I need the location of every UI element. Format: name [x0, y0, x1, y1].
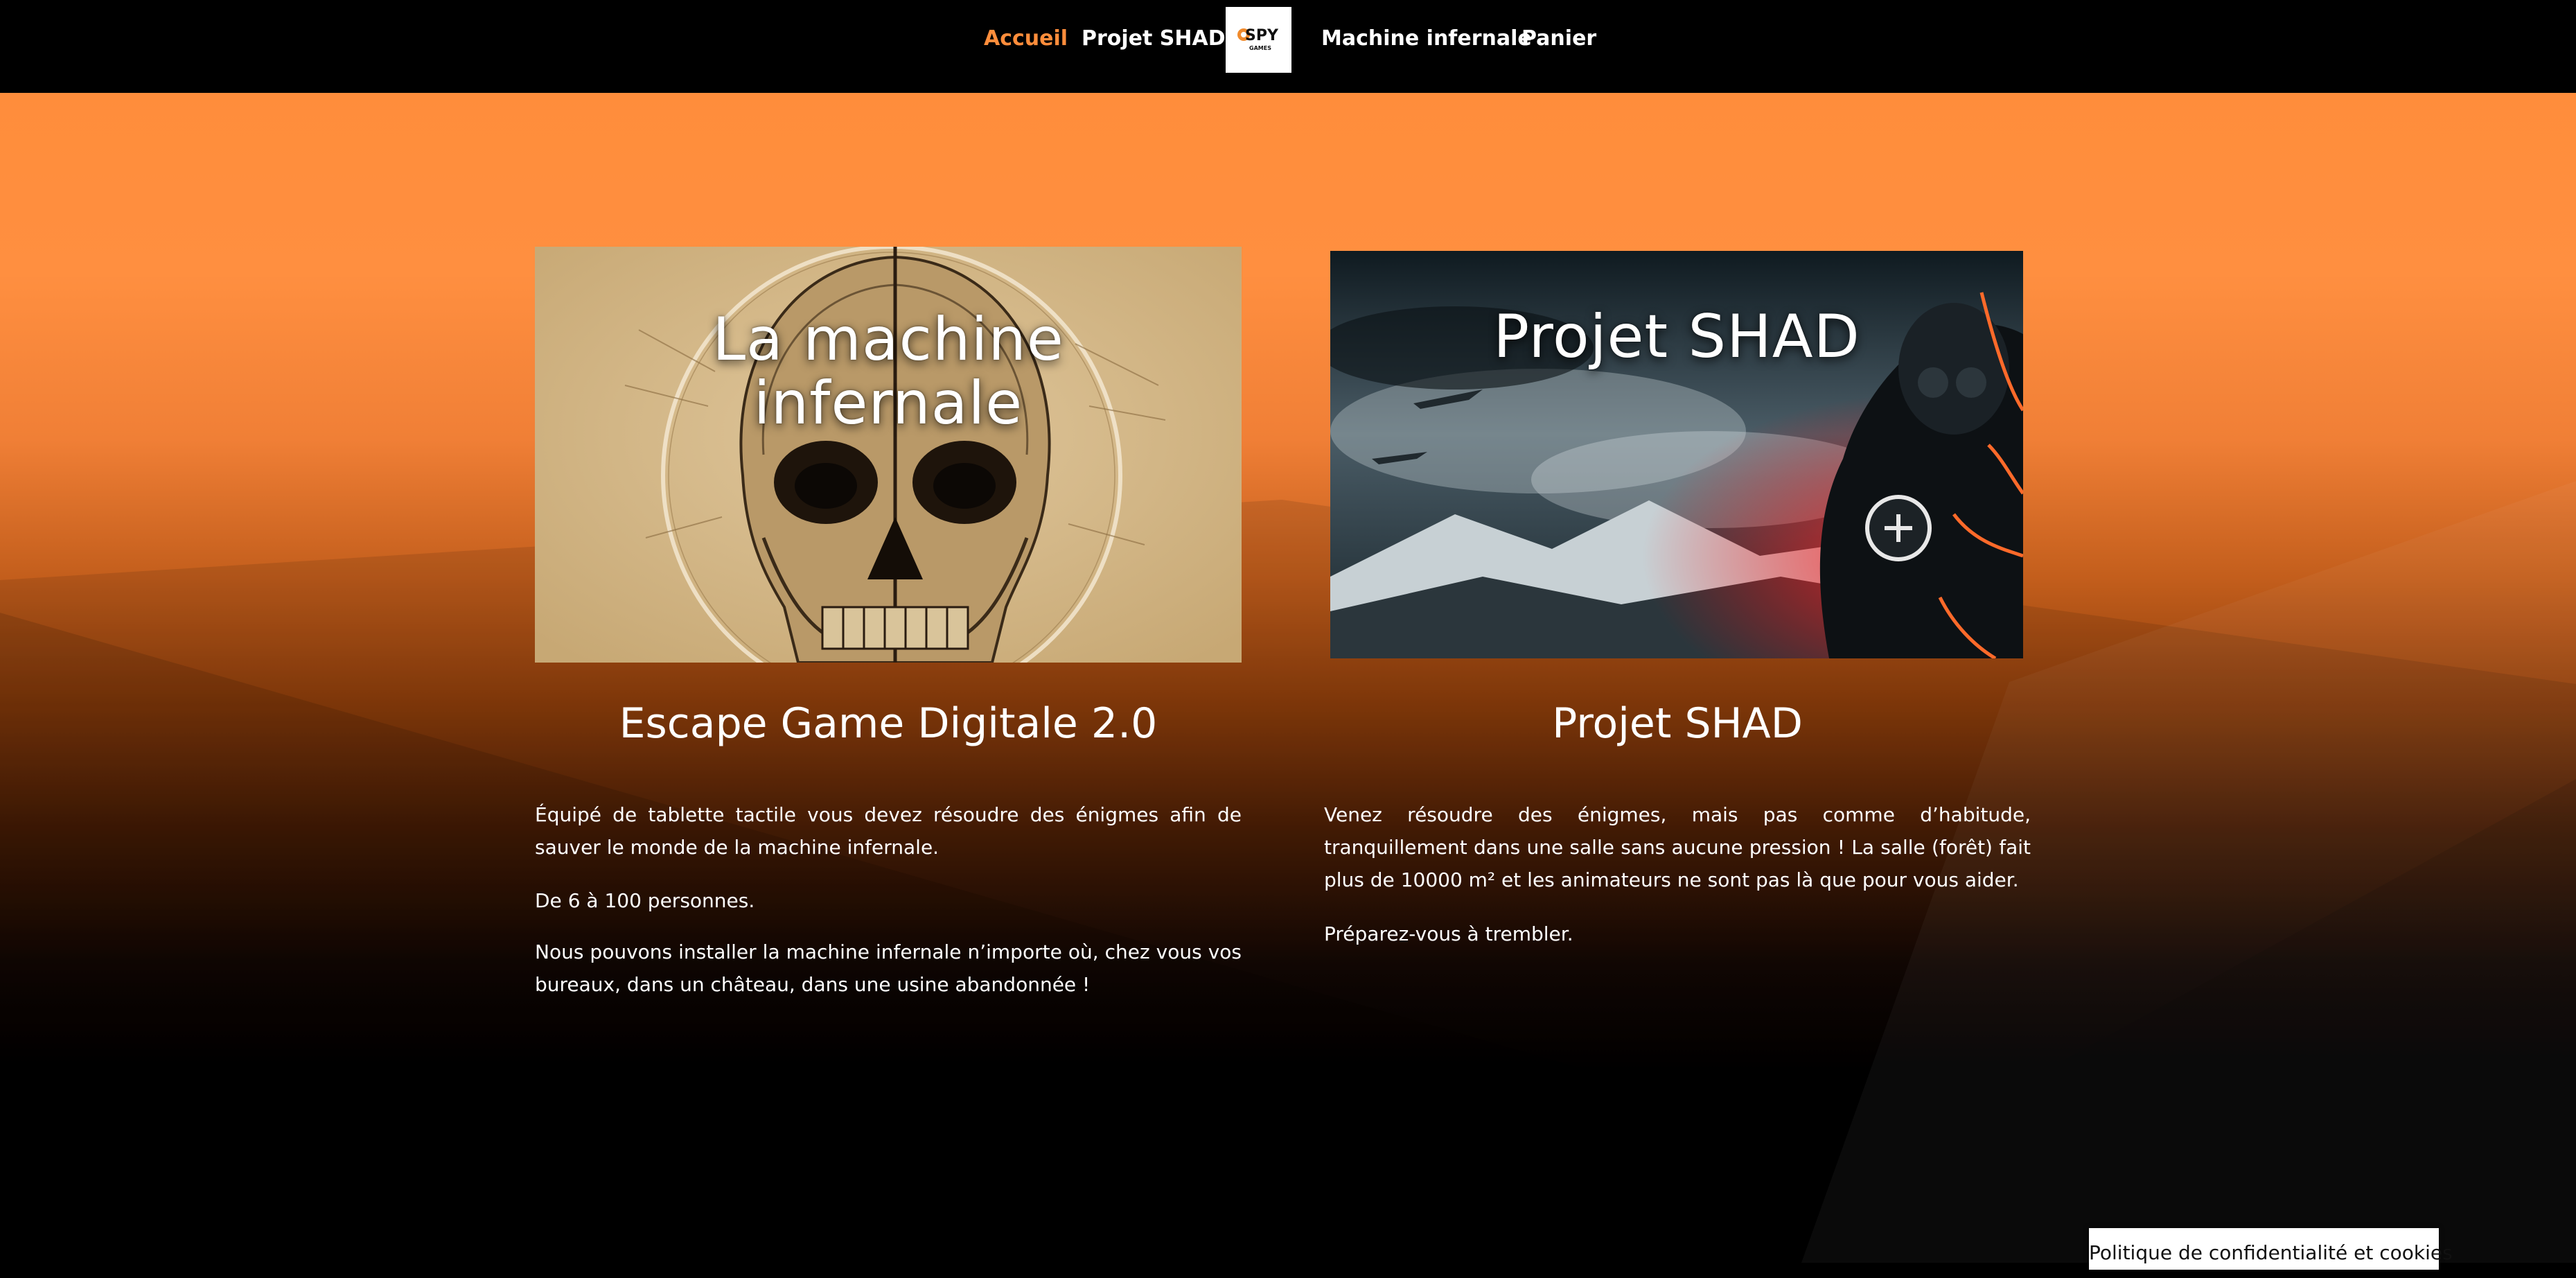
card-paragraph: De 6 à 100 personnes. [535, 889, 755, 912]
spy-games-logo-icon: SPY GAMES [1237, 27, 1279, 51]
card-heading-projet-shad: Projet SHAD [1552, 699, 1803, 748]
nav-link-projet-shad[interactable]: Projet SHAD [1082, 25, 1226, 53]
nav-link-accueil[interactable]: Accueil [984, 25, 1068, 53]
card-paragraph: Venez résoudre des énigmes, mais pas com… [1324, 803, 2031, 891]
machine-infernale-image[interactable]: La machine infernale [535, 247, 1242, 663]
projet-shad-image-title: Projet SHAD [1330, 305, 2023, 369]
card-paragraph: Préparez-vous à trembler. [1324, 922, 1573, 945]
card-paragraph: Nous pouvons installer la machine infern… [535, 940, 1242, 996]
image-title-line-2: infernale [753, 369, 1023, 438]
card-heading-escape-game: Escape Game Digitale 2.0 [619, 699, 1158, 748]
nav-link-machine-infernale[interactable]: Machine infernale [1321, 25, 1532, 53]
image-title-line-1: La machine [712, 305, 1064, 374]
machine-infernale-image-title: La machine infernale [535, 308, 1242, 435]
privacy-cookies-button[interactable]: Politique de confidentialité et cookies [2089, 1228, 2453, 1270]
logo-text-top: SPY [1245, 27, 1279, 44]
logo-text-bottom: GAMES [1249, 45, 1271, 51]
card-paragraph: Équipé de tablette tactile vous devez ré… [535, 803, 1242, 859]
nav-link-panier[interactable]: Panier [1521, 25, 1596, 53]
hero-background-shapes [0, 481, 2576, 1263]
top-navigation-bar: Accueil Projet SHAD SPY GAMES Machine in… [0, 0, 2576, 93]
image-title-line-1: Projet SHAD [1493, 302, 1860, 371]
projet-shad-image[interactable]: Projet SHAD [1330, 251, 2023, 658]
site-logo[interactable]: SPY GAMES [1226, 7, 1291, 73]
hero-section: La machine infernale Projet SHAD Escape … [0, 93, 2576, 1263]
